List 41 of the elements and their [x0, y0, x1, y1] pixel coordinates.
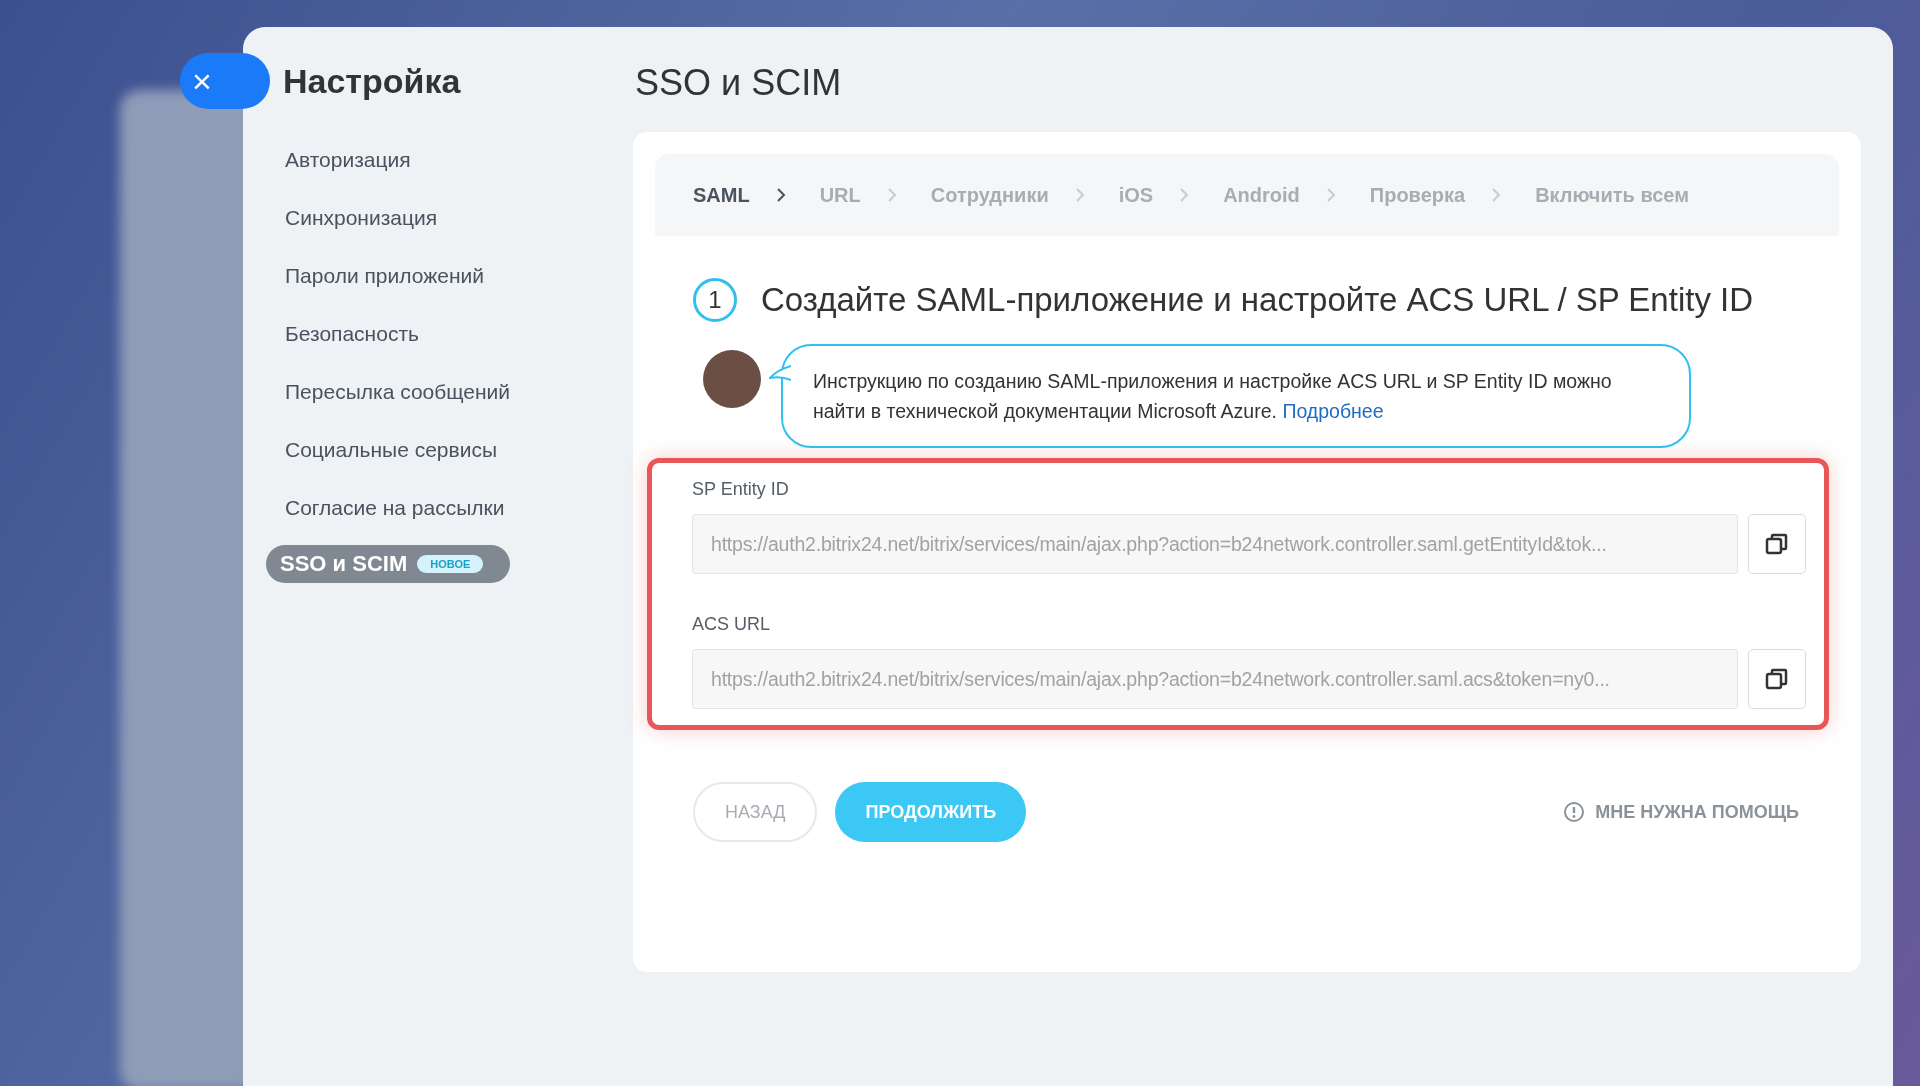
step-tab[interactable]: Android — [1223, 183, 1300, 207]
copy-button[interactable] — [1748, 649, 1806, 709]
copy-icon — [1765, 667, 1789, 691]
url-field[interactable]: https://auth2.bitrix24.net/bitrix/services/main/ajax.php?action=b24network.controller.saml.acs&token=ny0... — [692, 649, 1738, 709]
step-tab[interactable]: SAML — [693, 183, 750, 207]
exclamation-icon — [1563, 801, 1586, 823]
step-tab[interactable]: Включить всем — [1535, 183, 1689, 207]
chevron-icon — [775, 188, 786, 202]
continue-button[interactable]: ПРОДОЛЖИТЬ — [835, 782, 1027, 842]
sidebar-item[interactable]: Пароли приложений — [283, 247, 633, 305]
hint-text: Инструкцию по созданию SAML-приложения и настройке ACS URL и SP Entity ID можно найти в технической документации Microsoft Azure. Подробнее — [813, 369, 1613, 424]
page-title: SSO и SCIM — [635, 62, 843, 104]
copy-button[interactable] — [1748, 514, 1806, 574]
step-tab[interactable]: URL — [819, 183, 861, 207]
step-tab[interactable]: iOS — [1118, 183, 1154, 207]
chevron-icon — [1491, 188, 1502, 202]
copy-icon — [1765, 532, 1789, 556]
url-field[interactable]: https://auth2.bitrix24.net/bitrix/services/main/ajax.php?action=b24network.controller.saml.getEntityId&tok... — [692, 514, 1738, 574]
sidebar-item[interactable]: SSO и SCIM НОВОЕ — [266, 545, 510, 583]
chevron-icon — [1074, 188, 1085, 202]
step-tab[interactable]: Проверка — [1369, 183, 1466, 207]
new-badge: НОВОЕ — [417, 555, 484, 573]
sidebar-item[interactable]: Авторизация — [283, 131, 633, 189]
chevron-icon — [886, 188, 897, 202]
field-label: SP Entity ID — [692, 479, 790, 500]
chevron-icon — [1179, 188, 1190, 202]
step-tab[interactable]: Сотрудники — [930, 183, 1049, 207]
chevron-icon — [1325, 188, 1336, 202]
back-button[interactable]: НАЗАД — [693, 782, 818, 842]
more-link[interactable]: Подробнее — [1282, 400, 1384, 422]
field-label: ACS URL — [692, 614, 772, 635]
sidebar-title: Настройка — [283, 62, 462, 101]
sidebar-item[interactable]: Пересылка сообщений — [283, 363, 633, 421]
step-heading: Создайте SAML-приложение и настройте ACS URL / SP Entity ID — [761, 281, 1754, 319]
step-number: 1 — [693, 278, 737, 322]
sidebar-item[interactable]: Социальные сервисы — [283, 421, 633, 479]
sidebar-item[interactable]: Безопасность — [283, 305, 633, 363]
sidebar-item-label: SSO и SCIM — [280, 551, 408, 577]
sidebar-item[interactable]: Синхронизация — [283, 189, 633, 247]
avatar — [703, 350, 761, 408]
sidebar-item[interactable]: Согласие на рассылки — [283, 479, 633, 537]
